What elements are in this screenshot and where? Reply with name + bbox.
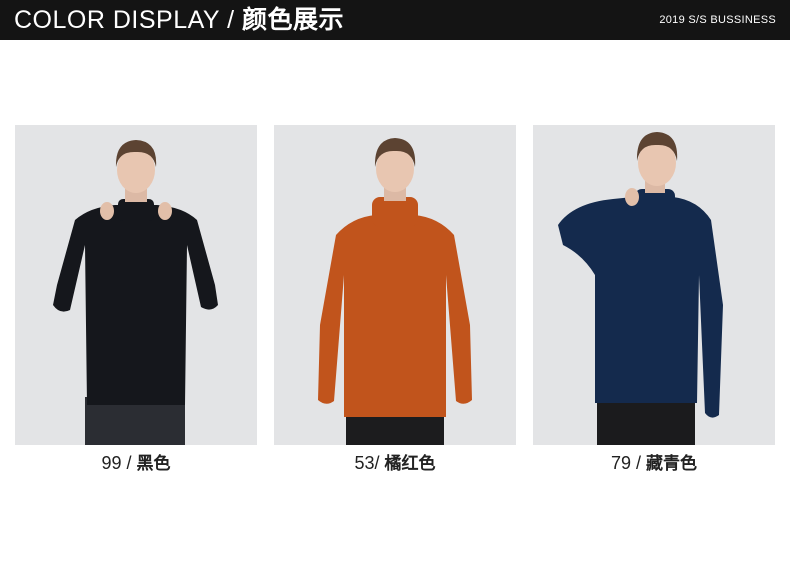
season-label: 2019 S/S BUSSINESS	[659, 14, 776, 26]
page-title: COLOR DISPLAY / 颜色展示	[14, 6, 344, 34]
collar-shape	[372, 197, 418, 227]
product-color-name: 橘红色	[384, 454, 436, 473]
product-photo-navy[interactable]	[533, 125, 775, 445]
product-caption-orange: 53/ 橘红色	[274, 452, 516, 475]
product-code: 79 /	[610, 453, 641, 473]
product-color-name: 藏青色	[646, 454, 698, 473]
collar-shape	[118, 199, 154, 221]
product-color-name: 黑色	[136, 454, 171, 473]
model-illustration	[533, 125, 775, 445]
product-code: 53/	[354, 453, 380, 473]
model-illustration	[15, 125, 257, 445]
product-code: 99 /	[101, 453, 132, 473]
product-caption-black: 99 / 黑色	[15, 452, 257, 475]
product-photo-orange[interactable]	[274, 125, 516, 445]
product-caption-navy: 79 / 藏青色	[533, 452, 775, 475]
title-en: COLOR DISPLAY /	[14, 6, 235, 34]
title-cn: 颜色展示	[242, 6, 345, 34]
header-bar: COLOR DISPLAY / 颜色展示 2019 S/S BUSSINESS	[0, 0, 790, 40]
product-photo-black[interactable]	[15, 125, 257, 445]
collar-shape	[635, 189, 675, 219]
model-illustration	[274, 125, 516, 445]
